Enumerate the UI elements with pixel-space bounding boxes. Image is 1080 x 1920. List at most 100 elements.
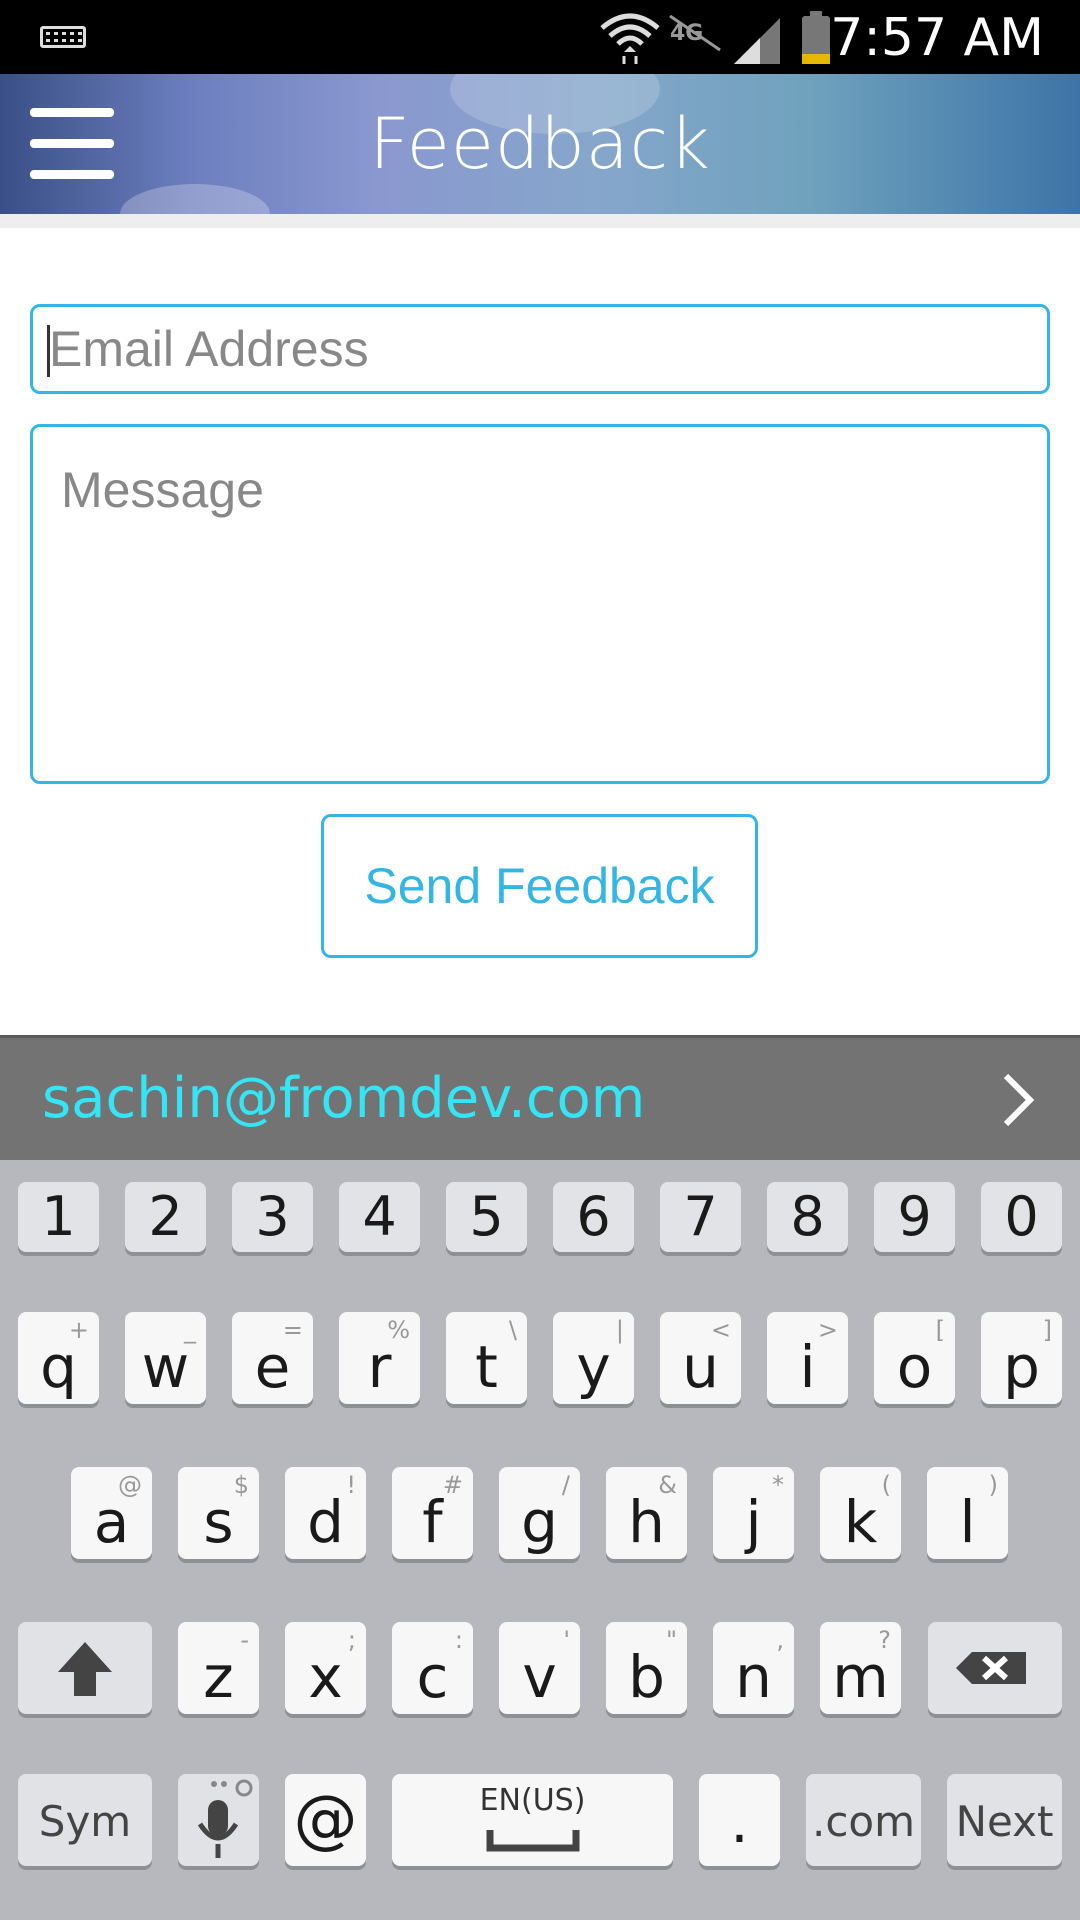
sym-key[interactable]: Sym [18, 1774, 152, 1866]
status-icons: 4G [600, 11, 830, 64]
status-bar: 4G 7:57 AM [0, 0, 1080, 74]
key-8[interactable]: 8 [767, 1182, 848, 1252]
key-alt-label: [ [935, 1316, 945, 1344]
key-label: l [959, 1488, 976, 1556]
key-d[interactable]: d! [285, 1467, 366, 1559]
key-label: b [628, 1643, 665, 1711]
chevron-right-icon[interactable] [994, 1072, 1050, 1128]
key-label: 8 [790, 1185, 825, 1248]
key-p[interactable]: p] [981, 1312, 1062, 1404]
key-alt-label: / [561, 1471, 570, 1499]
key-label: w [141, 1333, 190, 1401]
key-alt-label: # [442, 1471, 463, 1499]
key-label: y [576, 1333, 611, 1401]
key-1[interactable]: 1 [18, 1182, 99, 1252]
key-r[interactable]: r% [339, 1312, 420, 1404]
at-key[interactable]: @ [285, 1774, 366, 1866]
key-o[interactable]: o[ [874, 1312, 955, 1404]
app-header: Feedback [0, 74, 1080, 214]
microphone-key[interactable] [178, 1774, 259, 1866]
key-alt-label: _ [184, 1316, 196, 1344]
period-key[interactable]: . [699, 1774, 780, 1866]
key-6[interactable]: 6 [553, 1182, 634, 1252]
key-alt-label: | [615, 1316, 624, 1344]
key-c[interactable]: c: [392, 1622, 473, 1714]
shift-key[interactable] [18, 1622, 152, 1714]
key-alt-label: \ [508, 1316, 517, 1344]
key-alt-label: ] [1042, 1316, 1052, 1344]
text-cursor [47, 325, 50, 377]
key-t[interactable]: t \ [446, 1312, 527, 1404]
key-label: 9 [897, 1185, 932, 1248]
key-q[interactable]: q + [18, 1312, 99, 1404]
key-e[interactable]: e = [232, 1312, 313, 1404]
key-7[interactable]: 7 [660, 1182, 741, 1252]
dotcom-key[interactable]: .com [806, 1774, 921, 1866]
backspace-key[interactable] [928, 1622, 1062, 1714]
key-v[interactable]: v ' [499, 1622, 580, 1714]
message-placeholder: Message [61, 462, 264, 518]
key-alt-label: > [817, 1316, 838, 1344]
key-label: n [735, 1643, 772, 1711]
key-i[interactable]: i > [767, 1312, 848, 1404]
message-field[interactable]: Message [30, 424, 1050, 784]
key-l[interactable]: l) [927, 1467, 1008, 1559]
key-y[interactable]: y | [553, 1312, 634, 1404]
key-label: s [203, 1488, 234, 1556]
key-label: i [799, 1333, 816, 1401]
key-n[interactable]: n, [713, 1622, 794, 1714]
key-alt-label: - [240, 1626, 249, 1654]
key-b[interactable]: b " [606, 1622, 687, 1714]
key-w[interactable]: w _ [125, 1312, 206, 1404]
key-alt-label: ; [347, 1626, 356, 1654]
battery-icon [802, 11, 830, 64]
key-5[interactable]: 5 [446, 1182, 527, 1252]
key-j[interactable]: j * [713, 1467, 794, 1559]
key-4[interactable]: 4 [339, 1182, 420, 1252]
key-alt-label: & [658, 1471, 677, 1499]
key-label: o [896, 1333, 933, 1401]
send-feedback-button[interactable]: Send Feedback [321, 814, 758, 958]
key-alt-label: ( [881, 1471, 891, 1499]
key-label: t [475, 1333, 498, 1401]
key-alt-label: * [772, 1471, 784, 1499]
key-label: 4 [362, 1185, 397, 1248]
key-h[interactable]: h & [606, 1467, 687, 1559]
backspace-icon [956, 1652, 1026, 1684]
key-z[interactable]: z- [178, 1622, 259, 1714]
key-s[interactable]: s $ [178, 1467, 259, 1559]
space-key[interactable]: EN(US) [392, 1774, 673, 1866]
key-9[interactable]: 9 [874, 1182, 955, 1252]
key-x[interactable]: x; [285, 1622, 366, 1714]
key-alt-label: @ [118, 1471, 142, 1499]
key-label: z [203, 1643, 234, 1711]
key-g[interactable]: g / [499, 1467, 580, 1559]
key-a[interactable]: a @ [71, 1467, 152, 1559]
wifi-icon [600, 13, 660, 64]
lte-off-icon: 4G [669, 14, 721, 52]
page-title: Feedback [369, 103, 711, 185]
key-u[interactable]: u < [660, 1312, 741, 1404]
key-0[interactable]: 0 [981, 1182, 1062, 1252]
key-m[interactable]: m? [820, 1622, 901, 1714]
space-bar-icon [486, 1830, 580, 1852]
menu-icon[interactable] [22, 98, 122, 190]
email-field[interactable]: Email Address [30, 304, 1050, 394]
key-label: p [1003, 1333, 1040, 1401]
suggestion-bar: sachin@fromdev.com [0, 1035, 1080, 1160]
key-alt-label: ) [988, 1471, 998, 1499]
key-f[interactable]: f # [392, 1467, 473, 1559]
next-key[interactable]: Next [947, 1774, 1062, 1866]
key-label: 7 [683, 1185, 718, 1248]
signal-icon [734, 18, 780, 64]
status-time: 7:57 AM [830, 8, 1044, 68]
key-label: 6 [576, 1185, 611, 1248]
key-label: g [521, 1488, 558, 1556]
email-suggestion[interactable]: sachin@fromdev.com [42, 1038, 645, 1160]
on-screen-keyboard: Sym @ EN(US) . .com Next 1 2 3 4 5 6 7 8… [0, 1160, 1080, 1920]
key-k[interactable]: k( [820, 1467, 901, 1559]
key-3[interactable]: 3 [232, 1182, 313, 1252]
key-alt-label: = [282, 1316, 303, 1344]
key-alt-label: ! [346, 1471, 356, 1499]
key-2[interactable]: 2 [125, 1182, 206, 1252]
